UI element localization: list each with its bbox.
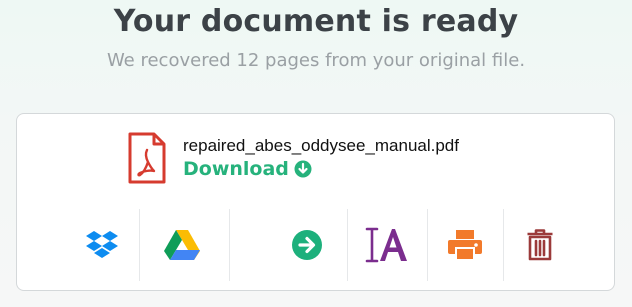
text-recognition-icon [365, 227, 407, 263]
download-link[interactable]: Download [183, 158, 312, 180]
printer-icon [448, 230, 482, 261]
download-label: Download [183, 158, 289, 180]
print-button[interactable] [433, 209, 497, 281]
next-button[interactable] [279, 209, 335, 281]
action-divider [229, 209, 230, 281]
trash-icon [527, 229, 553, 261]
page-title: Your document is ready [113, 4, 519, 39]
action-divider [427, 209, 428, 281]
pdf-file-icon [128, 132, 166, 184]
file-name: repaired_abes_oddysee_manual.pdf [183, 136, 459, 155]
action-divider [503, 209, 504, 281]
dropbox-button[interactable] [67, 209, 137, 281]
delete-button[interactable] [509, 209, 571, 281]
action-bar [17, 209, 616, 281]
ocr-button[interactable] [357, 209, 417, 281]
dropbox-icon [86, 231, 118, 258]
arrow-right-icon [292, 230, 322, 260]
action-divider [139, 209, 140, 281]
download-arrow-icon [294, 160, 312, 178]
google-drive-button[interactable] [147, 209, 217, 281]
page-subtitle: We recovered 12 pages from your original… [106, 50, 526, 71]
google-drive-icon [164, 230, 200, 260]
action-divider [347, 209, 348, 281]
result-card: repaired_abes_oddysee_manual.pdf Downloa… [16, 113, 615, 291]
